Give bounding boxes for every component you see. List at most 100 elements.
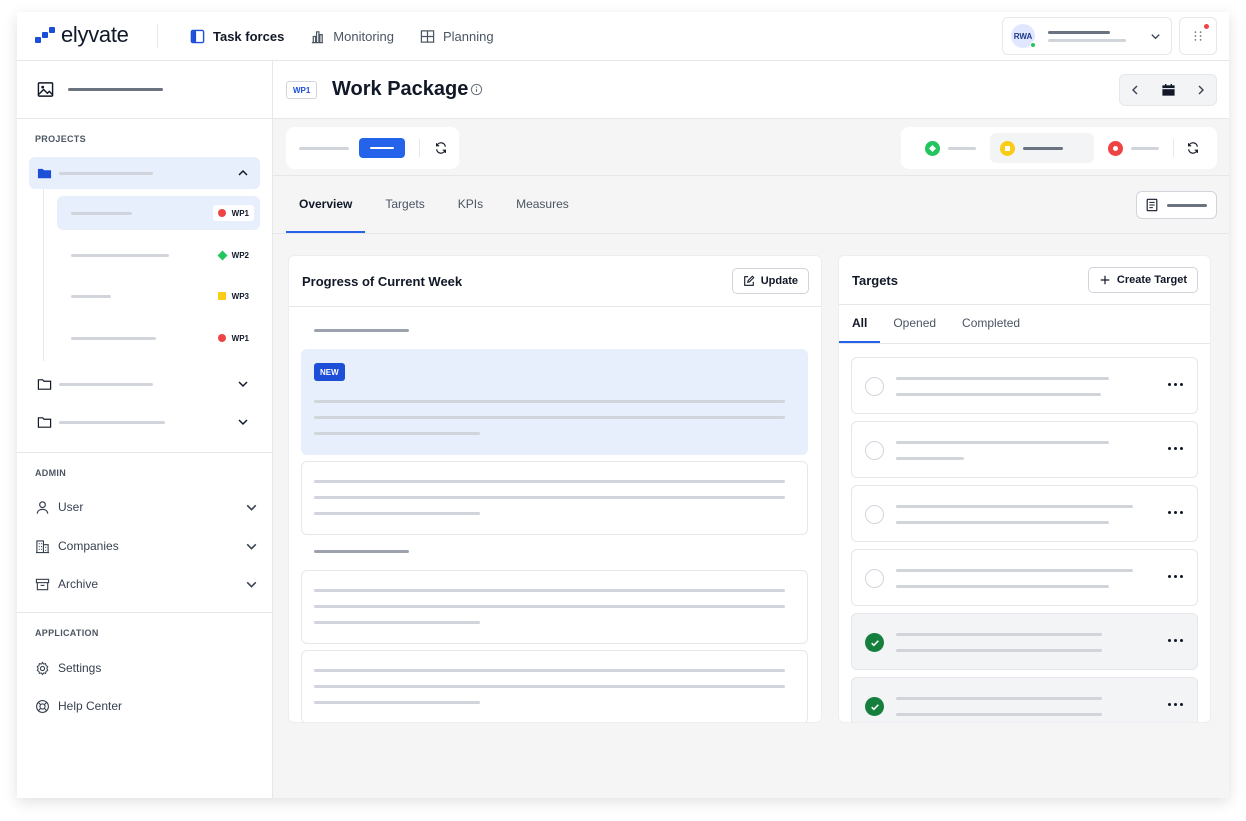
more-options-icon[interactable] [1168,639,1183,642]
wp-code: WP3 [231,291,249,301]
status-filter-green[interactable] [915,133,986,163]
chevron-down-icon[interactable] [236,415,250,429]
chevron-up-icon[interactable] [236,166,250,180]
grid-icon [420,30,435,43]
wp-code: WP1 [231,208,249,218]
target-row[interactable] [851,357,1198,414]
view-option-selected[interactable] [359,138,405,158]
sidebar-item-help-center[interactable]: Help Center [35,694,257,718]
tab-kpis[interactable]: KPIs [445,176,496,234]
sidebar-item-companies[interactable]: Companies [35,534,257,558]
chevron-right-icon[interactable] [1194,83,1208,97]
user-icon [36,500,49,514]
nav-monitoring[interactable]: Monitoring [310,29,394,44]
wp-badge: WP1 [213,330,254,346]
work-package-item[interactable]: WP3 [57,279,260,313]
project-folder[interactable] [29,406,260,438]
progress-item[interactable] [301,461,808,535]
tab-opened[interactable]: Opened [880,304,949,344]
progress-item-new[interactable]: NEW [301,349,808,455]
more-options-icon[interactable] [1168,447,1183,450]
tab-targets[interactable]: Targets [372,176,437,234]
divider [289,306,821,307]
tab-overview[interactable]: Overview [286,176,366,234]
target-row[interactable] [851,485,1198,542]
section-label-application: APPLICATION [35,628,99,638]
nav-label: Task forces [213,29,285,44]
group-heading-placeholder [314,550,409,553]
work-package-item[interactable]: WP2 [57,238,260,272]
view-option[interactable] [299,146,349,150]
nav-task-forces[interactable]: Task forces [190,29,284,44]
progress-item[interactable] [301,570,808,644]
online-status-dot [1030,42,1036,48]
tab-completed[interactable]: Completed [949,304,1033,344]
divider [273,233,1229,234]
tab-measures[interactable]: Measures [503,176,582,234]
status-filter-red[interactable] [1098,133,1169,163]
nav-label: Planning [443,29,494,44]
checkbox-icon[interactable] [865,441,884,460]
project-folder[interactable] [29,368,260,400]
info-icon[interactable] [470,83,483,96]
section-label-projects: PROJECTS [35,134,86,144]
logo[interactable]: elyvate [35,22,129,48]
chevron-left-icon[interactable] [1128,83,1142,97]
main-content: WP1 Work Package Overview Targets KPIs M… [273,61,1229,798]
chart-icon [312,31,324,44]
document-icon [1146,198,1158,212]
checkbox-icon[interactable] [865,569,884,588]
more-options-icon[interactable] [1168,575,1183,578]
wp-code: WP2 [231,250,249,260]
refresh-icon[interactable] [434,141,448,155]
create-target-label: Create Target [1116,274,1187,286]
work-package-item[interactable]: WP1 [57,321,260,355]
sidebar-item-label: Help Center [58,699,123,713]
status-dot-red [217,334,226,342]
more-options-icon[interactable] [1168,383,1183,386]
update-label: Update [760,275,798,287]
group-heading-placeholder [314,329,409,332]
nav-planning[interactable]: Planning [420,29,494,44]
tab-bar: Overview Targets KPIs Measures [286,176,589,234]
user-menu[interactable]: RWA [1002,17,1172,55]
card-title: Targets [852,273,898,288]
create-target-button[interactable]: Create Target [1087,267,1198,293]
chevron-down-icon[interactable] [236,377,250,391]
targets-filter-tabs: All Opened Completed [839,304,1033,344]
top-navigation: Task forces Monitoring Planning [190,12,494,61]
checkbox-icon[interactable] [865,505,884,524]
target-row[interactable] [851,421,1198,478]
logo-mark-icon [35,25,57,45]
chevron-down-icon [246,543,257,550]
more-options-icon[interactable] [1168,511,1183,514]
check-circle-icon[interactable] [865,633,884,652]
status-filter-yellow[interactable] [990,133,1094,163]
progress-item[interactable] [301,650,808,722]
report-button[interactable] [1136,191,1217,219]
sidebar-item-archive[interactable]: Archive [35,572,257,596]
wp-badge: WP2 [214,247,254,263]
gear-icon [36,660,49,676]
lifebuoy-icon [36,699,49,713]
target-row[interactable] [851,549,1198,606]
status-red-icon [1108,140,1123,156]
project-folder-open[interactable] [29,157,260,189]
page-title: Work Package [332,78,469,100]
sidebar: PROJECTS WP1 WP2 WP3 WP1 ADMIN User Comp… [17,61,273,798]
more-options-icon[interactable] [1168,703,1183,706]
target-row-completed[interactable] [851,613,1198,670]
sidebar-item-settings[interactable]: Settings [35,656,257,680]
tab-all[interactable]: All [839,304,881,344]
update-button[interactable]: Update [731,268,809,294]
apps-menu-button[interactable] [1179,17,1217,55]
checkbox-icon[interactable] [865,377,884,396]
wp-code: WP1 [231,333,249,343]
refresh-icon[interactable] [1186,141,1200,155]
image-icon [37,82,54,97]
target-row-completed[interactable] [851,677,1198,722]
sidebar-item-user[interactable]: User [35,495,257,519]
calendar-icon[interactable] [1161,83,1176,98]
check-circle-icon[interactable] [865,697,884,716]
work-package-item[interactable]: WP1 [57,196,260,230]
